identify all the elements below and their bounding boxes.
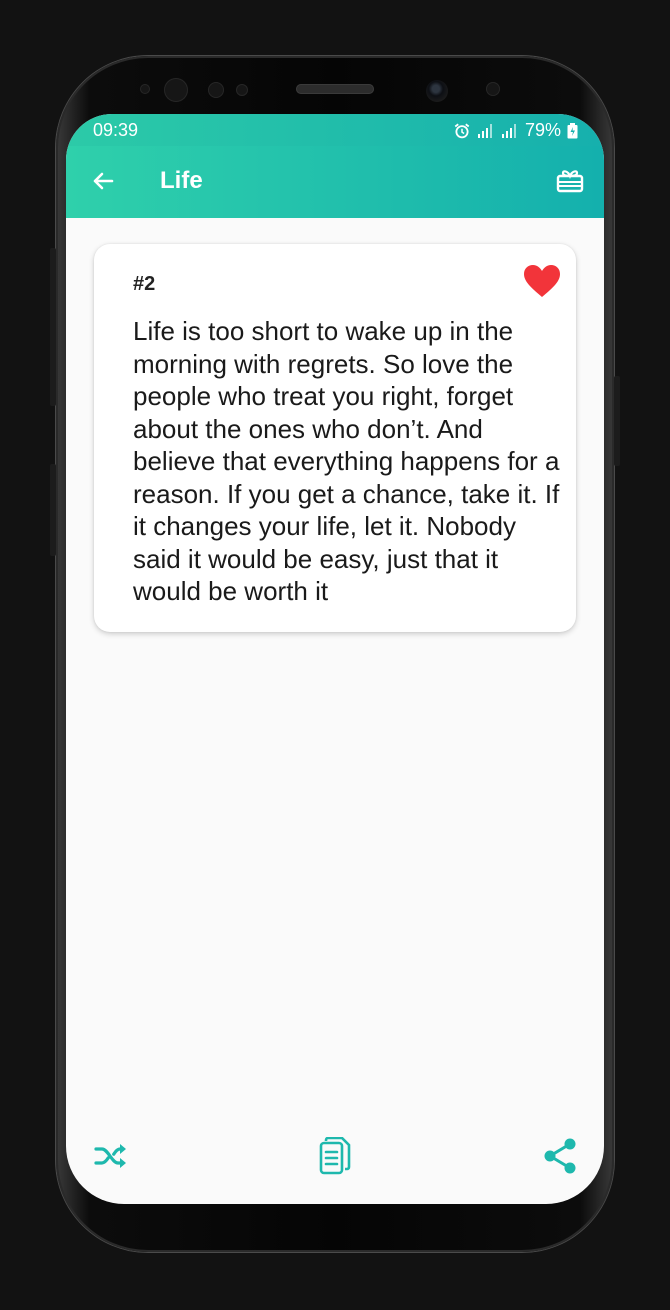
shuffle-button[interactable] <box>89 1136 133 1180</box>
favorite-button[interactable] <box>522 264 562 302</box>
gift-card-button[interactable] <box>554 166 586 198</box>
back-button[interactable] <box>88 168 118 198</box>
front-camera <box>426 80 448 102</box>
status-bar: 09:39 79% <box>66 114 604 146</box>
power-button <box>614 376 620 466</box>
heart-icon <box>523 264 561 303</box>
volume-button <box>50 248 56 406</box>
quote-card: #2 Life is too short to wake up in the m… <box>94 244 576 632</box>
alarm-icon <box>453 122 471 140</box>
app-bar: Life <box>66 146 604 218</box>
sensor-dot <box>208 82 224 98</box>
bixby-button <box>50 464 56 556</box>
gift-card-icon <box>556 167 584 198</box>
battery-icon <box>567 122 578 139</box>
battery-percent: 79% <box>524 120 561 140</box>
iris-sensor <box>164 78 188 102</box>
quote-number: #2 <box>133 273 156 295</box>
sensor-dot <box>486 82 500 96</box>
status-time: 09:39 <box>93 120 139 140</box>
quote-text: Life is too short to wake up in the morn… <box>133 316 560 606</box>
app-screen: 09:39 79% Life #2 Life is too short to w… <box>66 114 604 1204</box>
bottom-action-bar <box>66 1124 604 1204</box>
page-title: Life <box>160 167 203 194</box>
sensor-dot <box>140 84 150 94</box>
signal-icon <box>501 123 519 139</box>
share-icon <box>543 1138 577 1179</box>
status-icons: 79% <box>453 120 578 141</box>
signal-icon <box>477 123 495 139</box>
earpiece-speaker <box>296 84 374 94</box>
shuffle-icon <box>94 1142 128 1175</box>
share-button[interactable] <box>538 1136 582 1180</box>
copy-button[interactable] <box>313 1136 357 1180</box>
arrow-left-icon <box>91 169 115 198</box>
sensor-dot <box>236 84 248 96</box>
copy-icon <box>318 1136 352 1180</box>
